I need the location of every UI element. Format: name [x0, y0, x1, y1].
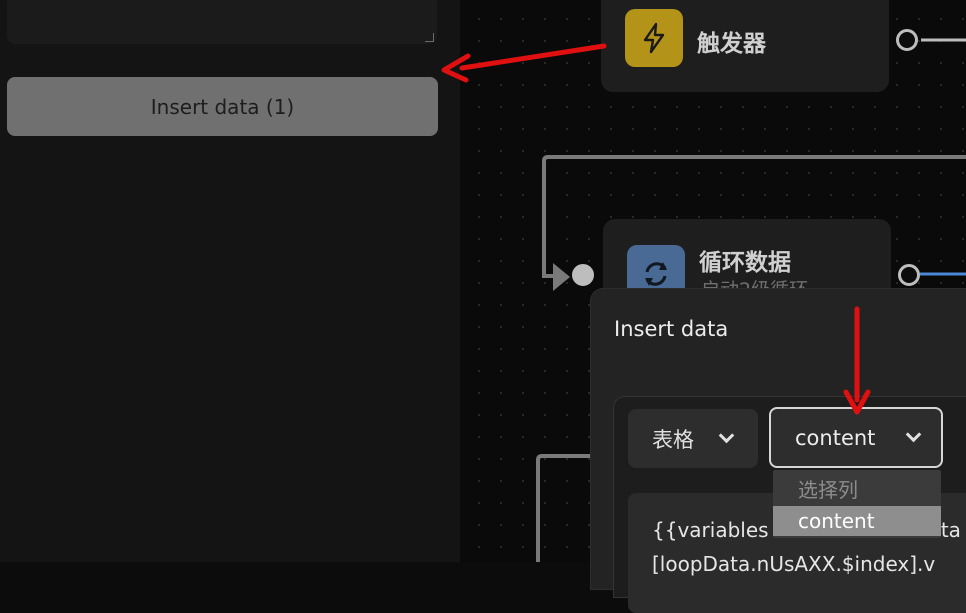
trigger-output-port[interactable] — [896, 29, 918, 51]
sidebar-panel: Insert data (1) — [0, 0, 460, 562]
input-arrow-icon — [553, 263, 570, 291]
column-select-value: content — [795, 425, 876, 450]
expression-line: [loopData.nUsAXX.$index].v — [652, 552, 936, 576]
table-select[interactable]: 表格 — [628, 409, 758, 468]
column-dropdown-menu: 选择列 content — [773, 470, 941, 538]
table-select-value: 表格 — [652, 427, 694, 452]
text-area[interactable] — [7, 0, 437, 44]
loop-input-port[interactable] — [572, 264, 594, 286]
dialog-title: Insert data — [614, 317, 729, 341]
lightning-icon — [625, 9, 683, 67]
trigger-node-title: 触发器 — [697, 31, 766, 57]
dropdown-option-placeholder[interactable]: 选择列 — [773, 475, 941, 505]
trigger-node[interactable]: 触发器 — [601, 0, 889, 92]
chevron-down-icon — [718, 427, 735, 444]
column-select[interactable]: content — [769, 407, 943, 468]
dropdown-option-content[interactable]: content — [773, 506, 941, 536]
loop-node-title: 循环数据 — [699, 250, 791, 276]
chevron-down-icon — [905, 426, 922, 443]
insert-data-button[interactable]: Insert data (1) — [7, 77, 438, 136]
loop-output-port[interactable] — [898, 264, 920, 286]
resize-handle-icon[interactable] — [425, 33, 434, 42]
